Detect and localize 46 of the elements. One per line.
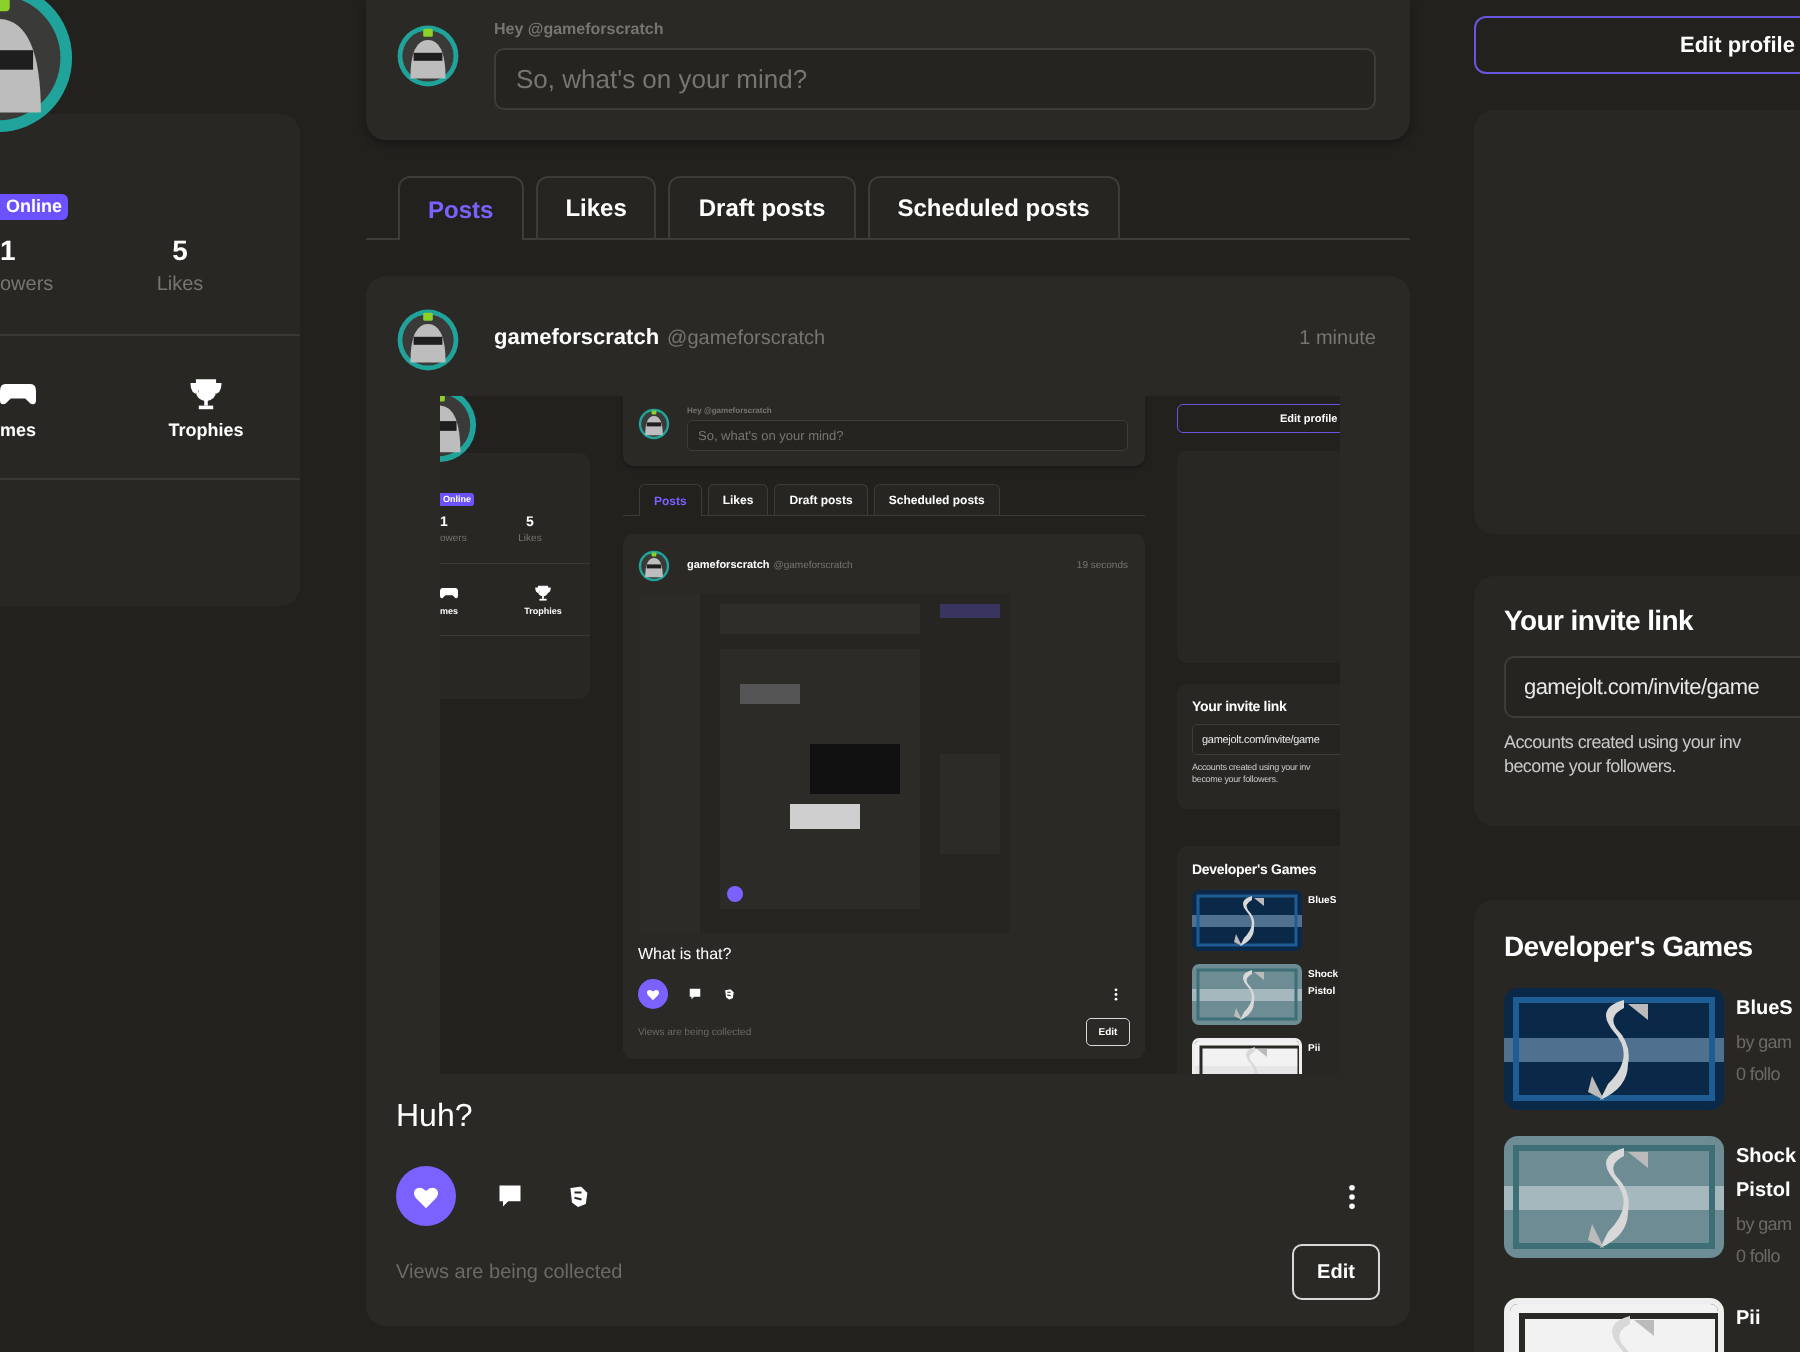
- post-text: Huh?: [396, 1098, 475, 1138]
- trophy-icon: [534, 583, 552, 601]
- like-button[interactable]: [638, 979, 668, 1009]
- tab[interactable]: Draft posts: [668, 176, 856, 238]
- game-title[interactable]: Shock Pistol: [1736, 1140, 1798, 1208]
- stat-value: 5: [170, 234, 190, 266]
- invite-note: Accounts created using your inv become your followers.: [1504, 730, 1743, 778]
- tab[interactable]: Likes: [535, 176, 657, 238]
- avatar[interactable]: [638, 408, 670, 440]
- game-author: by gam: [1736, 1212, 1794, 1238]
- game-title[interactable]: Pii: [1736, 1302, 1798, 1336]
- edit-button[interactable]: Edit: [1292, 1244, 1380, 1300]
- edit-profile-button[interactable]: Edit profile: [1474, 16, 1800, 74]
- avatar[interactable]: [638, 550, 670, 582]
- author-name[interactable]: gameforscratch: [494, 326, 660, 350]
- tab[interactable]: Scheduled posts: [867, 176, 1120, 238]
- post-time: 1 minute: [1299, 327, 1376, 349]
- game-author: by gam: [1736, 1030, 1794, 1056]
- stat-value: 1: [0, 234, 18, 266]
- post-input-field[interactable]: So, what's on your mind?: [494, 48, 1376, 110]
- gamepad-icon: [440, 583, 458, 601]
- author-handle: @gameforscratch: [667, 327, 826, 349]
- more-icon[interactable]: [1348, 1183, 1356, 1209]
- heart-icon[interactable]: [646, 987, 660, 1001]
- invite-link-field[interactable]: gamejolt.com/invite/game: [1504, 656, 1800, 718]
- game-title[interactable]: BlueS: [1736, 992, 1798, 1026]
- profile-link[interactable]: Trophies: [168, 419, 244, 439]
- tab[interactable]: Posts: [398, 176, 524, 240]
- greeting-text: Hey @gameforscratch: [494, 20, 666, 42]
- avatar[interactable]: [396, 308, 460, 372]
- profile-link[interactable]: mes: [0, 419, 37, 439]
- comment-icon[interactable]: [688, 987, 702, 1001]
- status-badge: Online: [0, 194, 69, 220]
- stat-label: Likes: [154, 274, 206, 296]
- like-button[interactable]: [396, 1166, 456, 1226]
- heart-icon[interactable]: [412, 1183, 440, 1209]
- stat-label: owers: [0, 274, 56, 296]
- trophy-icon: [188, 375, 224, 409]
- section-title: Developer's Games: [1504, 930, 1755, 962]
- game-followers: 0 follo: [1736, 1062, 1782, 1088]
- avatar[interactable]: [396, 24, 460, 88]
- comment-icon[interactable]: [496, 1182, 524, 1210]
- post-text: What is that?: [638, 945, 734, 965]
- views-text: Views are being collected: [396, 1261, 623, 1283]
- game-followers: 0 follo: [1736, 1244, 1782, 1270]
- section-title: Your invite link: [1504, 604, 1696, 636]
